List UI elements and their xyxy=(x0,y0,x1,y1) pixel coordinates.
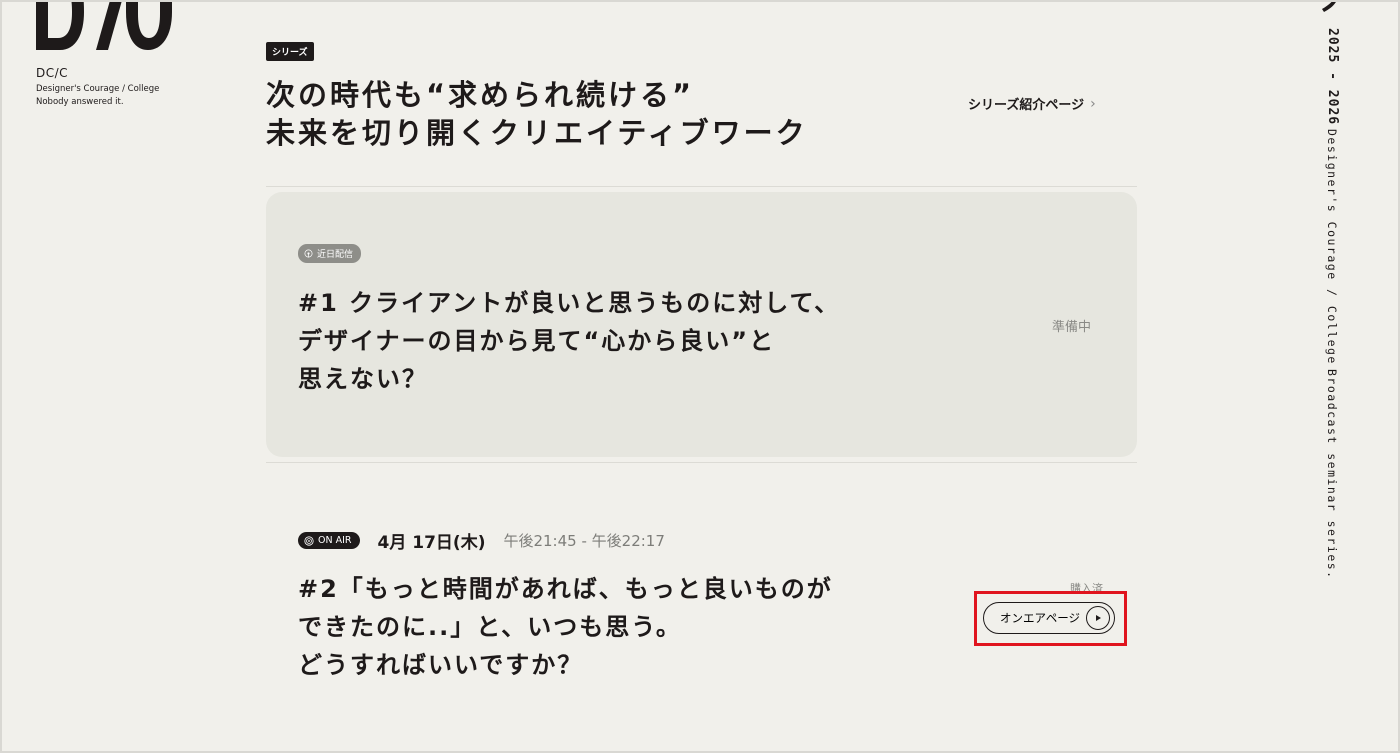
series-intro-label: シリーズ紹介ページ xyxy=(968,98,1085,113)
episode-1-title: #1 クライアントが良いと思うものに対して、 デザイナーの目から見て“心から良い… xyxy=(298,284,918,398)
page-title-line-1: 次の時代も“求められ続ける” xyxy=(266,78,695,112)
coming-soon-badge: 近日配信 xyxy=(298,244,362,263)
broadcast-info: ON AIR 4月 17日(木) 午後21:45 - 午後22:17 xyxy=(298,528,665,553)
episode-2-title-line-2: できたのに..」と、いつも思う。 xyxy=(298,613,682,641)
chevron-right-icon: › xyxy=(1090,95,1096,112)
episode-card-2: ON AIR 4月 17日(木) 午後21:45 - 午後22:17 #2「もっ… xyxy=(266,472,1137,712)
purchased-status: 購入済 xyxy=(1070,582,1103,595)
page-title: 次の時代も“求められ続ける” 未来を切り開くクリエイティブワーク xyxy=(266,76,906,152)
on-air-badge: ON AIR xyxy=(298,532,360,549)
page-frame: DC/C Designer's Courage / College Nobody… xyxy=(0,0,1400,753)
on-air-page-label: オンエアページ xyxy=(1000,613,1081,625)
episode-2-title-line-3: どうすればいいですか？ xyxy=(298,651,584,679)
brand-tagline: Designer's Courage / College xyxy=(36,84,160,94)
on-air-label: ON AIR xyxy=(318,535,352,546)
season-year: 2025 - 2026 xyxy=(1325,28,1340,126)
episode-2-title: #2「もっと時間があれば、もっと良いものが できたのに..」と、いつも思う。 ど… xyxy=(298,570,938,684)
dcc-logo-mark xyxy=(36,2,172,50)
side-vertical-text: 2025 - 2026 Designer's Courage / College… xyxy=(1324,28,1340,580)
corner-logo-fragment xyxy=(1322,2,1336,12)
play-icon xyxy=(1086,606,1110,630)
side-line-1: Designer's Courage / College xyxy=(1325,129,1339,365)
on-air-page-button[interactable]: オンエアページ xyxy=(983,602,1115,634)
divider xyxy=(266,462,1137,463)
brand-name: DC/C xyxy=(36,66,69,80)
side-line-2: Broadcast seminar series. xyxy=(1325,368,1339,580)
series-tag: シリーズ xyxy=(266,42,314,61)
divider xyxy=(266,186,1137,187)
episode-1-title-line-2: デザイナーの目から見て“心から良い”と xyxy=(298,327,776,355)
episode-1-title-line-3: 思えない？ xyxy=(298,365,428,393)
broadcast-date: 4月 17日(木) xyxy=(377,533,486,553)
broadcast-icon xyxy=(304,249,313,258)
page-title-line-2: 未来を切り開くクリエイティブワーク xyxy=(266,116,808,150)
preparing-status: 準備中 xyxy=(1052,320,1092,335)
episode-2-title-line-1: #2「もっと時間があれば、もっと良いものが xyxy=(298,575,833,603)
broadcast-icon xyxy=(304,535,314,546)
broadcast-time: 午後21:45 - 午後22:17 xyxy=(503,532,665,550)
episode-1-title-line-1: #1 クライアントが良いと思うものに対して、 xyxy=(298,289,841,317)
brand-motto: Nobody answered it. xyxy=(36,97,124,107)
episode-card-1: 近日配信 #1 クライアントが良いと思うものに対して、 デザイナーの目から見て“… xyxy=(266,192,1137,457)
coming-soon-label: 近日配信 xyxy=(317,250,354,260)
series-intro-link[interactable]: シリーズ紹介ページ › xyxy=(968,94,1096,114)
